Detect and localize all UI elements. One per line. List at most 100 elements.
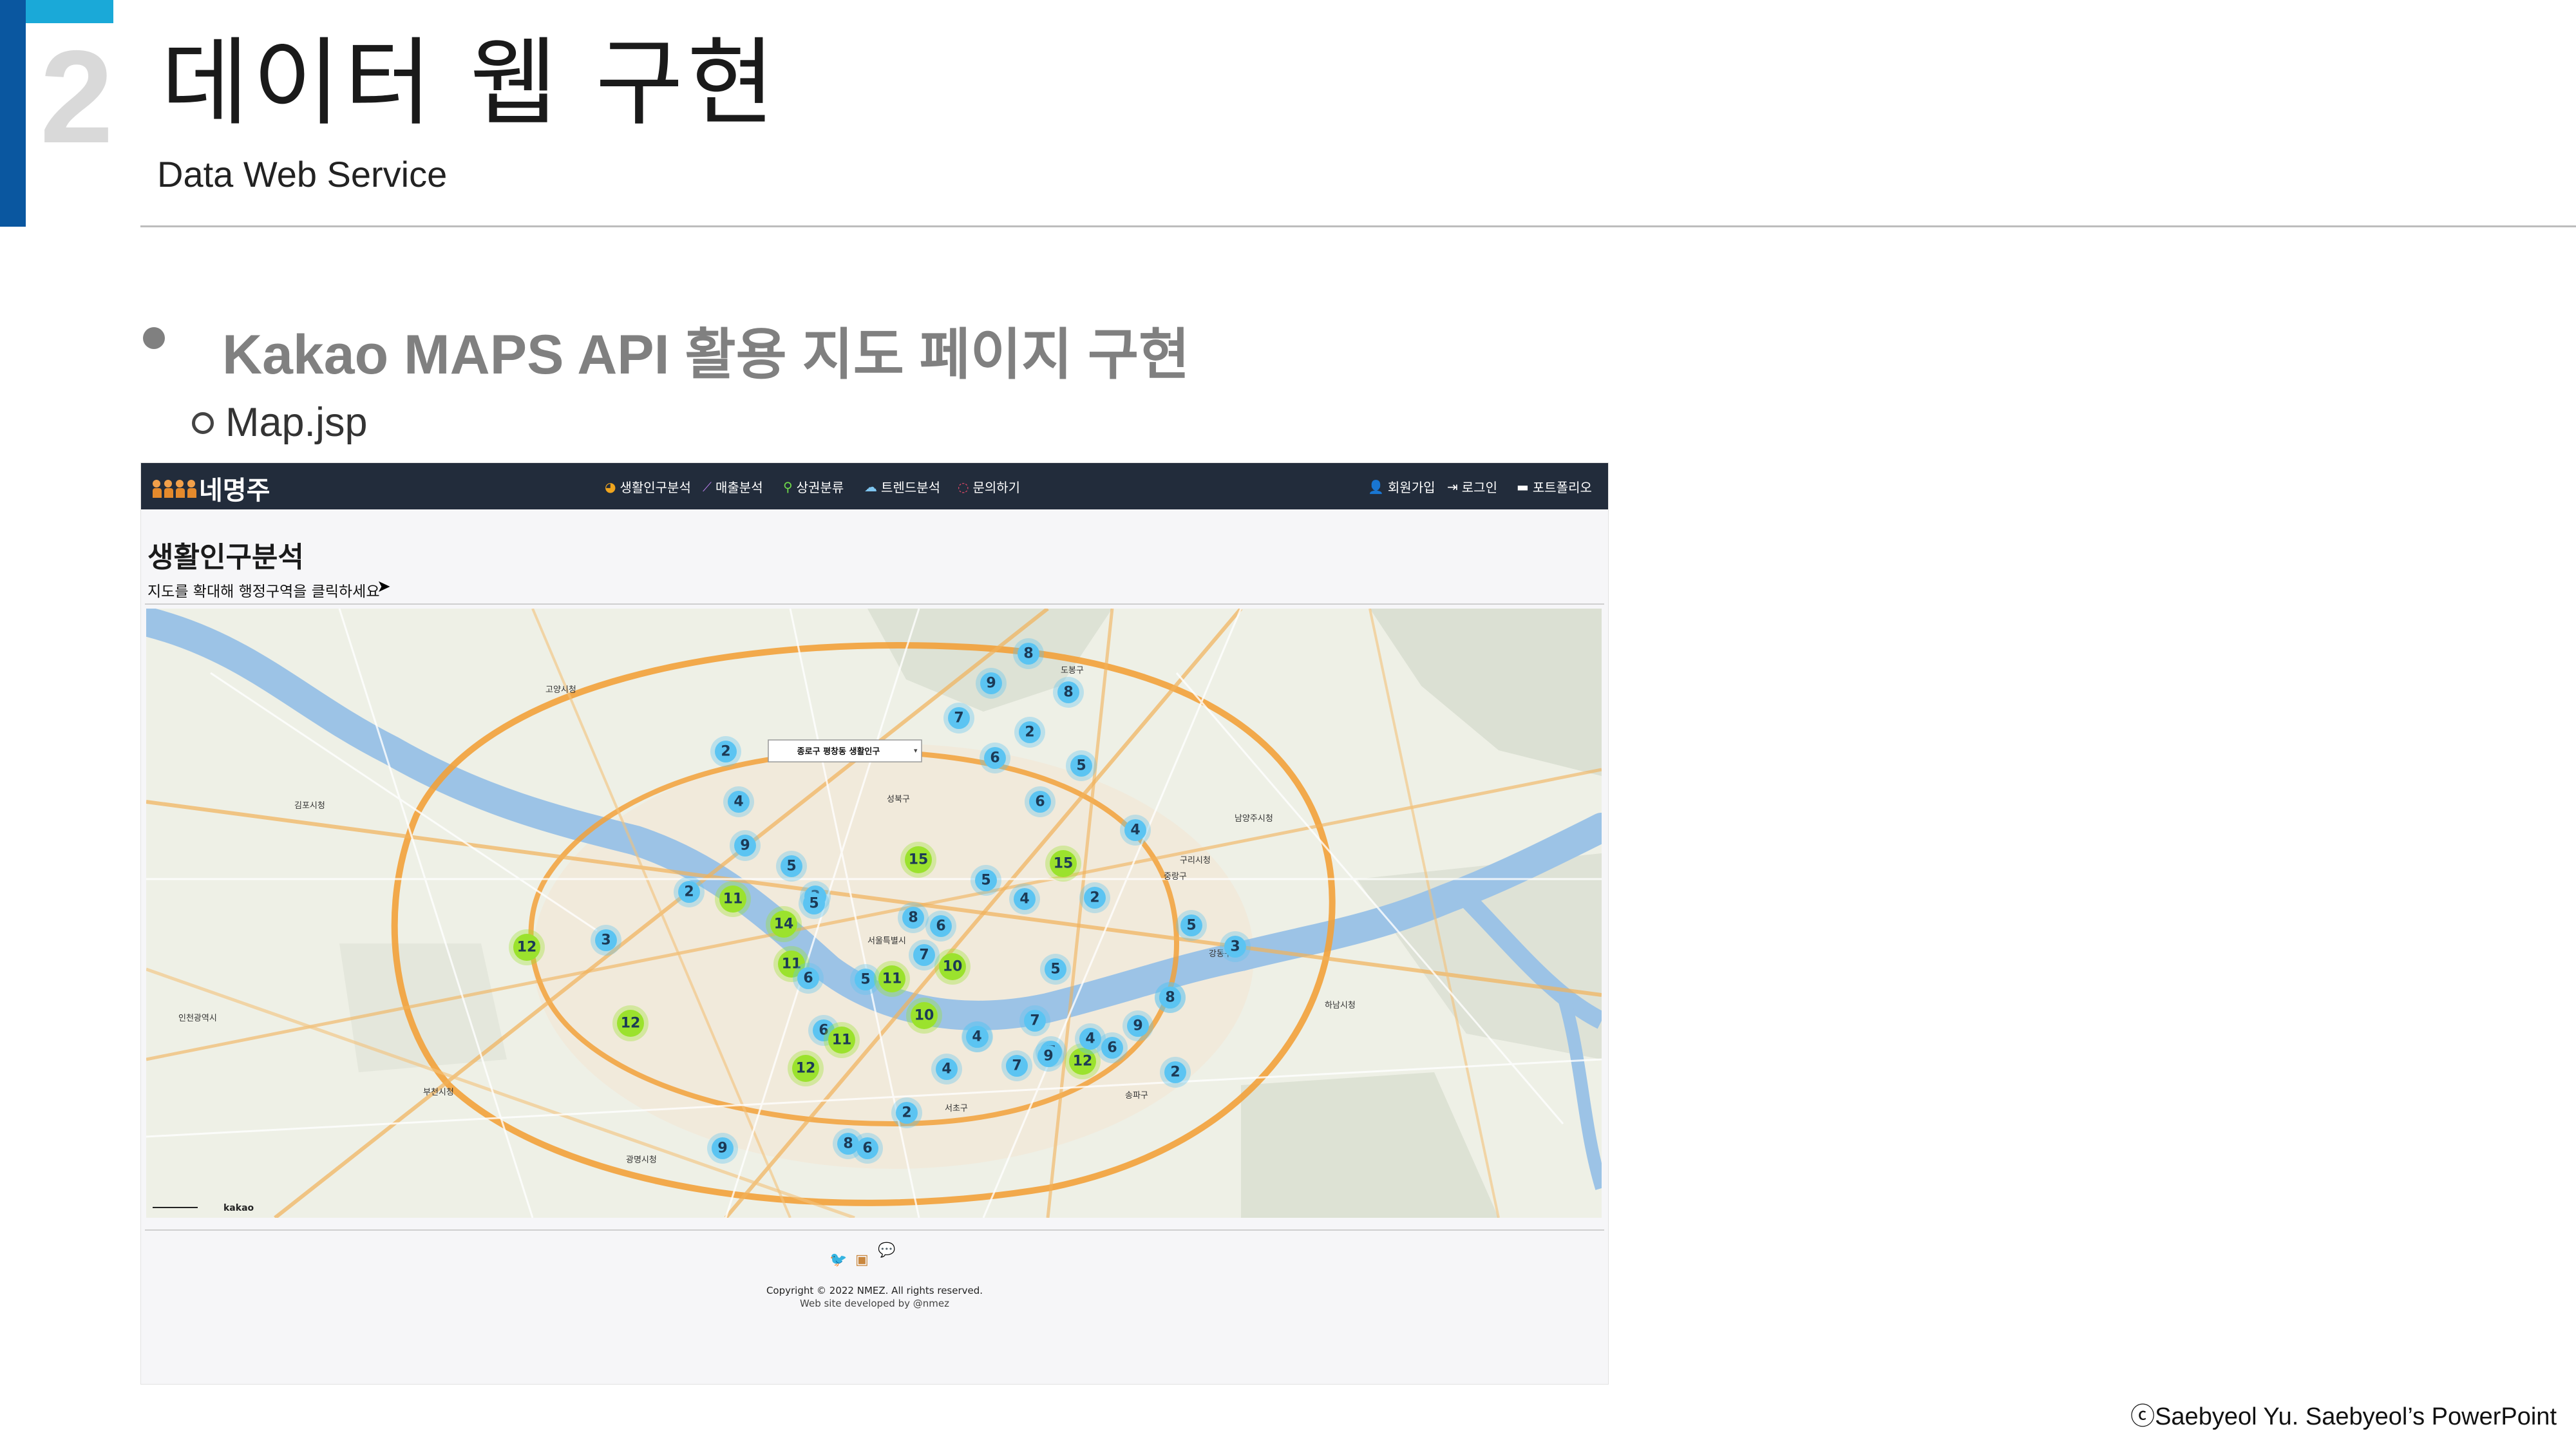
cluster-count: 7 [1030,1013,1039,1029]
kakaotalk-icon[interactable]: 💬 [878,1242,895,1258]
cluster-count: 12 [796,1061,816,1077]
cluster-marker[interactable]: 11 [874,961,910,997]
cluster-marker[interactable]: 5 [1176,910,1207,941]
cluster-marker[interactable]: 9 [730,830,761,861]
cluster-marker[interactable]: 6 [1025,786,1056,817]
folder-icon: ▬ [1517,478,1529,495]
cluster-marker[interactable]: 9 [1033,1041,1064,1072]
cluster-count: 9 [1133,1018,1142,1034]
logo-person-icon [176,480,185,498]
nav-login[interactable]: ⇥ 로그인 [1447,477,1497,496]
twitter-icon[interactable]: 🐦 [829,1252,847,1268]
cluster-marker[interactable]: 6 [925,911,956,942]
cluster-count: 11 [882,971,902,987]
cluster-marker[interactable]: 12 [788,1050,824,1086]
map-place-label: 인천광역시 [178,1014,217,1023]
cluster-marker[interactable]: 4 [1120,815,1151,846]
cluster-marker[interactable]: 12 [612,1005,649,1041]
nav-portfolio[interactable]: ▬ 포트폴리오 [1517,477,1592,496]
nav-trend[interactable]: ☁ 트렌드분석 [864,477,940,496]
cluster-marker[interactable]: 5 [776,851,807,882]
nav-label: 생활인구분석 [620,480,691,495]
cluster-marker[interactable]: 5 [971,865,1001,896]
cluster-marker[interactable]: 6 [980,743,1010,773]
cluster-count: 2 [1170,1065,1180,1081]
cluster-count: 5 [1050,961,1060,978]
cluster-marker[interactable]: 14 [766,906,802,942]
cluster-count: 4 [1019,891,1029,907]
cluster-marker[interactable]: 11 [824,1022,860,1058]
cluster-marker[interactable]: 2 [710,736,741,767]
cluster-count: 2 [902,1105,911,1121]
facebook-icon[interactable]: ▣ [855,1252,869,1268]
cluster-marker[interactable]: 6 [793,963,824,994]
cluster-marker[interactable]: 2 [674,876,705,907]
cluster-marker[interactable]: 4 [961,1021,992,1052]
cluster-marker[interactable]: 2 [1014,717,1045,748]
nav-sales[interactable]: ⟋ 매출분석 [703,477,763,496]
chat-icon: ◌ [958,478,969,495]
map-place-label: 부천시청 [423,1088,454,1097]
cluster-marker[interactable]: 11 [715,881,751,917]
cluster-marker[interactable]: 10 [906,998,942,1034]
cluster-count: 5 [1076,758,1086,774]
developed-text: Web site developed by @nmez [800,1298,949,1309]
cluster-count: 10 [914,1008,934,1024]
cluster-count: 5 [860,972,870,988]
cluster-count: 5 [809,896,819,912]
cluster-count: 2 [684,884,694,900]
cluster-marker[interactable]: 4 [1009,884,1040,914]
map-place-label: 구리시청 [1180,856,1211,866]
map-place-label: 남양주시청 [1235,814,1273,824]
cluster-count: 6 [803,971,813,987]
cluster-count: 12 [621,1016,641,1032]
cluster-marker[interactable]: 6 [852,1133,883,1164]
cluster-count: 11 [832,1032,852,1048]
slide-credit: ⓒSaebyeol Yu. Saebyeol’s PowerPoint [2130,1403,2557,1430]
cluster-marker[interactable]: 7 [1019,1005,1050,1036]
cluster-count: 5 [981,873,990,889]
nav-population[interactable]: ◕ 생활인구분석 [605,477,691,496]
cluster-marker[interactable]: 8 [1053,677,1084,708]
cluster-marker[interactable]: 8 [898,902,929,933]
cluster-marker[interactable]: 12 [509,929,545,965]
cluster-marker[interactable]: 15 [900,842,936,878]
map-tooltip: 종로구 평창동 생활인구 ▾ [768,739,922,762]
cluster-marker[interactable]: 3 [1220,931,1251,962]
cluster-marker[interactable]: 15 [1045,846,1081,882]
user-icon: 👤 [1368,478,1384,495]
cluster-marker[interactable]: 2 [1160,1057,1191,1088]
cluster-marker[interactable]: 3 [591,925,621,956]
cluster-marker[interactable]: 5 [1066,750,1097,781]
cluster-marker[interactable]: 7 [943,703,974,734]
pie-chart-icon: ◕ [605,478,616,495]
cluster-marker[interactable]: 7 [909,940,940,971]
site-logo[interactable]: 네명주 [199,469,270,507]
map-place-label: 서울특별시 [867,936,906,946]
nav-signup[interactable]: 👤 회원가입 [1368,477,1435,496]
cluster-marker[interactable]: 7 [1001,1050,1032,1081]
cluster-marker[interactable]: 9 [1122,1010,1153,1041]
cluster-marker[interactable]: 8 [1155,982,1186,1013]
cluster-marker[interactable]: 2 [891,1097,922,1128]
cluster-marker[interactable]: 8 [1013,638,1044,669]
cluster-count: 8 [1063,685,1073,701]
cluster-marker[interactable]: 5 [799,888,829,919]
cluster-count: 4 [972,1029,981,1045]
cluster-marker[interactable]: 9 [707,1133,738,1164]
nav-contact[interactable]: ◌ 문의하기 [958,477,1020,496]
cluster-marker[interactable]: 4 [1075,1023,1106,1054]
cluster-marker[interactable]: 5 [1040,954,1071,985]
kakao-map[interactable]: 고양시청 김포시청 부천시청 광명시청 구리시청 남양주시청 하남시청 서울특별시 인천광역시 도… [146,609,1602,1218]
cluster-count: 6 [936,918,945,934]
cluster-count: 11 [723,891,743,907]
nav-label: 포트폴리오 [1532,480,1592,495]
cluster-marker[interactable]: 2 [1079,882,1110,913]
cluster-marker[interactable]: 9 [976,668,1007,699]
nav-commercial[interactable]: ⚲ 상권분류 [783,477,844,496]
cluster-marker[interactable]: 10 [934,949,971,985]
map-canvas[interactable]: 고양시청김포시청부천시청광명시청 구리시청 남양주시청하남시청 서울특별시인천광역시 도… [146,609,1602,1218]
cluster-marker[interactable]: 4 [723,786,754,817]
page-title: 생활인구분석 [147,541,304,574]
cluster-marker[interactable]: 4 [931,1054,962,1084]
